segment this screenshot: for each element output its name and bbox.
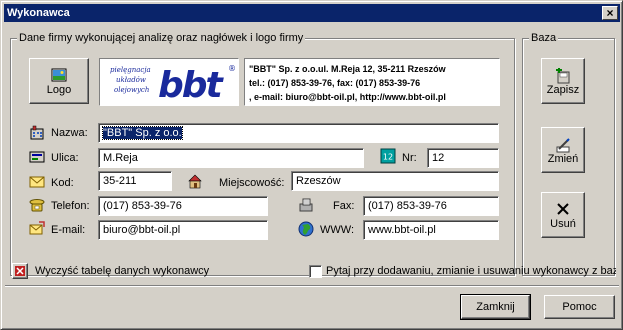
logo-brand-text: bbt <box>158 65 225 105</box>
building-icon <box>30 125 44 140</box>
email-label: E-mail: <box>51 224 86 236</box>
clear-table-button[interactable] <box>12 263 28 279</box>
fax-label: Fax: <box>333 200 355 212</box>
logo-tagline-3: olejowych <box>114 86 149 94</box>
street-label: Ulica: <box>51 152 79 164</box>
www-label: WWW: <box>320 224 355 236</box>
delete-x-icon <box>557 203 569 215</box>
ask-confirm-checkbox[interactable] <box>309 265 322 278</box>
envelope-icon <box>29 176 45 188</box>
number-field-value: 12 <box>432 152 445 164</box>
window-title: Wykonawca <box>7 7 70 19</box>
street-field-value: M.Reja <box>103 152 138 164</box>
phone-field-value: (017) 853-39-76 <box>103 200 182 212</box>
title-bar[interactable]: Wykonawca × <box>4 4 620 22</box>
city-field-value: Rzeszów <box>296 175 341 187</box>
phone-field[interactable]: (017) 853-39-76 <box>98 196 268 216</box>
fax-field-value: (017) 853-39-76 <box>368 200 447 212</box>
number-label: Nr: <box>402 152 417 164</box>
email-field[interactable]: biuro@bbt-oil.pl <box>98 220 268 240</box>
fax-icon <box>299 198 313 212</box>
logo-button[interactable]: Logo <box>29 58 89 104</box>
close-button-label: Zamknij <box>476 301 515 313</box>
close-icon: × <box>606 6 614 20</box>
save-button[interactable]: Zapisz <box>541 58 585 104</box>
change-button[interactable]: Zmień <box>541 127 585 173</box>
postcode-field[interactable]: 35-211 <box>98 171 172 191</box>
header-preview: "BBT" Sp. z o.o.ul. M.Reja 12, 35-211 Rz… <box>244 58 500 106</box>
change-button-label: Zmień <box>547 153 579 165</box>
house-number-icon: 12 <box>380 148 396 164</box>
base-group-title: Baza <box>529 31 559 45</box>
help-button-label: Pomoc <box>562 301 597 313</box>
bbt-logo-image: pielęgnacja układów olejowych bbt ® <box>110 64 236 106</box>
logo-tagline-1: pielęgnacja <box>110 66 151 74</box>
name-label: Nazwa: <box>51 127 88 139</box>
header-line-3: , e-mail: biuro@bbt-oil.pl, http://www.b… <box>249 92 446 102</box>
postcode-label: Kod: <box>51 177 74 189</box>
picture-icon <box>51 68 67 82</box>
close-button[interactable]: Zamknij <box>460 294 531 320</box>
logo-tagline-2: układów <box>116 76 146 84</box>
delete-button[interactable]: Usuń <box>541 192 585 238</box>
phone-label: Telefon: <box>51 200 90 212</box>
telephone-icon <box>29 199 45 212</box>
email-field-value: biuro@bbt-oil.pl <box>103 224 181 236</box>
street-field[interactable]: M.Reja <box>98 148 364 168</box>
company-data-group-title: Dane firmy wykonującej analizę oraz nagł… <box>17 31 306 45</box>
city-icon <box>188 174 202 189</box>
close-window-button[interactable]: × <box>602 6 618 20</box>
name-field-value: "BBT" Sp. z o.o. <box>102 126 183 140</box>
help-button[interactable]: Pomoc <box>544 295 615 319</box>
logo-preview: pielęgnacja układów olejowych bbt ® <box>99 58 239 106</box>
globe-icon <box>298 221 314 237</box>
number-field[interactable]: 12 <box>427 148 499 168</box>
email-icon <box>29 221 45 235</box>
delete-button-label: Usuń <box>550 218 576 230</box>
street-sign-icon <box>29 151 45 163</box>
city-field[interactable]: Rzeszów <box>291 171 499 191</box>
clear-table-label: Wyczyść tabelę danych wykonawcy <box>35 265 210 277</box>
header-line-2: tel.: (017) 853-39-76, fax: (017) 853-39… <box>249 78 421 88</box>
ask-confirm-label: Pytaj przy dodawaniu, zmianie i usuwaniu… <box>326 265 616 277</box>
clear-red-x-icon <box>15 266 25 276</box>
svg-text:12: 12 <box>383 153 393 162</box>
logo-registered-mark: ® <box>228 64 236 73</box>
save-add-icon <box>556 68 570 84</box>
postcode-field-value: 35-211 <box>103 175 137 187</box>
dialog-window: Wykonawca × Dane firmy wykonującej anali… <box>0 0 623 330</box>
fax-field[interactable]: (017) 853-39-76 <box>363 196 499 216</box>
www-field-value: www.bbt-oil.pl <box>368 224 436 236</box>
header-line-1: "BBT" Sp. z o.o.ul. M.Reja 12, 35-211 Rz… <box>249 64 446 74</box>
edit-pen-icon <box>556 138 570 153</box>
www-field[interactable]: www.bbt-oil.pl <box>363 220 499 240</box>
logo-button-label: Logo <box>46 84 72 96</box>
city-label: Miejscowość: <box>219 177 285 189</box>
save-button-label: Zapisz <box>546 84 580 96</box>
footer-separator <box>5 285 619 287</box>
name-field[interactable]: "BBT" Sp. z o.o. <box>98 123 499 143</box>
